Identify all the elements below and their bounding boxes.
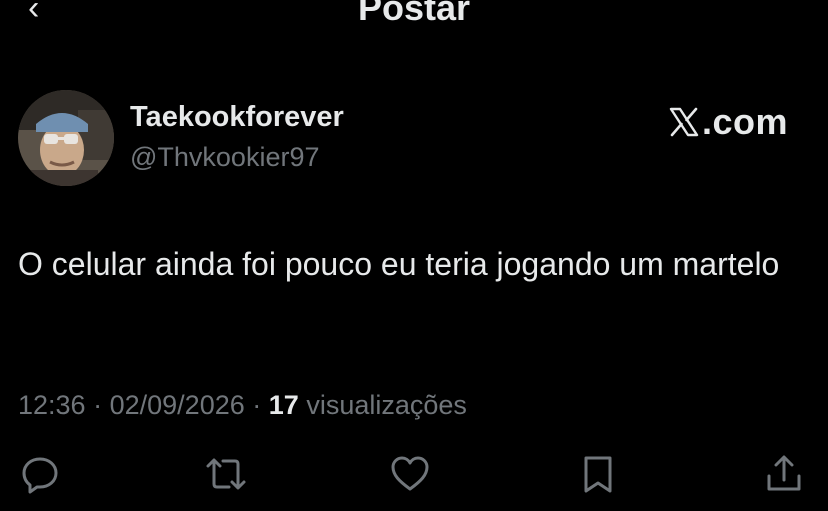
share-icon <box>767 455 801 491</box>
tweet-date[interactable]: 02/09/2026 <box>110 390 245 420</box>
bookmark-icon <box>584 456 612 493</box>
repost-button[interactable] <box>204 452 248 496</box>
display-name[interactable]: Taekookforever <box>130 99 344 135</box>
brand-text: .com <box>702 101 789 142</box>
back-arrow-icon[interactable]: ‹ <box>28 0 39 26</box>
views-label: visualizações <box>306 390 467 420</box>
meta-separator: · <box>252 390 262 420</box>
header-title: Postar <box>358 0 471 26</box>
views-count: 17 <box>268 390 299 420</box>
brand-watermark: .com <box>668 102 788 142</box>
meta-separator: · <box>93 390 103 420</box>
user-handle[interactable]: @Thvkookier97 <box>130 140 320 174</box>
tweet-time[interactable]: 12:36 <box>18 390 86 420</box>
x-logo-icon <box>669 107 699 137</box>
tweet-meta: 12:36 · 02/09/2026 · 17 visualizações <box>18 387 467 423</box>
reply-button[interactable] <box>18 452 62 496</box>
avatar-photo <box>18 90 114 186</box>
repost-icon <box>206 458 246 490</box>
reply-icon <box>22 457 58 494</box>
avatar[interactable] <box>18 90 114 186</box>
share-button[interactable] <box>762 452 806 496</box>
top-bar-cutoff: ‹ Postar <box>0 0 828 26</box>
tweet-text: O celular ainda foi pouco eu teria jogan… <box>18 246 780 282</box>
bookmark-button[interactable] <box>576 452 620 496</box>
action-bar <box>0 452 828 500</box>
heart-icon <box>391 456 429 491</box>
like-button[interactable] <box>388 452 432 496</box>
